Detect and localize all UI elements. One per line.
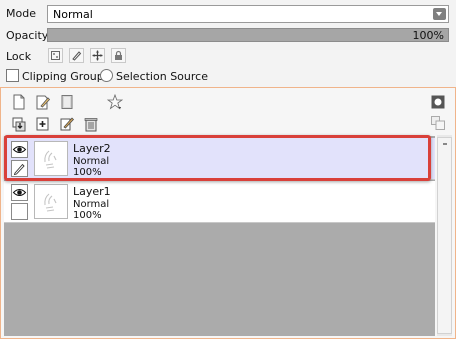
opacity-label: Opacity	[6, 29, 49, 42]
mode-label: Mode	[6, 7, 36, 20]
clipping-group-checkbox[interactable]	[6, 69, 19, 82]
blend-mode-value: Normal	[53, 8, 93, 21]
layer-properties-icon[interactable]	[106, 93, 124, 110]
layer-row-layer1[interactable]: Layer1 Normal 100%	[4, 181, 435, 223]
layer-thumbnail	[34, 184, 68, 219]
copy-layer-icon[interactable]	[59, 116, 75, 132]
layer-blend-mode: Normal	[73, 199, 110, 210]
delete-layer-icon[interactable]	[83, 116, 99, 132]
lock-label: Lock	[6, 50, 32, 63]
lock-paint-icon[interactable]	[69, 48, 84, 63]
selection-source-radio[interactable]	[100, 69, 113, 82]
layer-opacity: 100%	[73, 210, 102, 221]
new-folder-icon[interactable]	[59, 94, 75, 110]
layer-panel: Layer2 Normal 100% Layer1 Normal 100%	[0, 87, 456, 339]
new-layer-icon[interactable]	[35, 116, 51, 132]
lock-all-icon[interactable]	[111, 48, 126, 63]
selection-source-label[interactable]: Selection Source	[116, 70, 208, 83]
new-vector-layer-icon[interactable]	[35, 94, 51, 110]
lock-transparent-icon[interactable]	[48, 48, 63, 63]
new-raster-layer-icon[interactable]	[11, 94, 27, 110]
layer-collapse-icon[interactable]	[431, 116, 445, 130]
opacity-slider[interactable]: 100%	[47, 28, 449, 42]
merge-down-icon[interactable]	[11, 116, 27, 132]
scrollbar-thumb[interactable]	[437, 137, 452, 334]
blend-mode-dropdown[interactable]: Normal	[47, 5, 449, 23]
chevron-down-icon[interactable]	[433, 8, 446, 20]
lock-move-icon[interactable]	[90, 48, 105, 63]
editing-toggle[interactable]	[11, 203, 28, 220]
selected-layer-highlight	[4, 135, 431, 181]
layer-mask-icon[interactable]	[431, 95, 445, 109]
opacity-value: 100%	[412, 29, 444, 42]
layer-name: Layer1	[73, 185, 111, 198]
clipping-group-label[interactable]: Clipping Group	[22, 70, 104, 83]
visibility-eye-icon[interactable]	[11, 184, 28, 201]
